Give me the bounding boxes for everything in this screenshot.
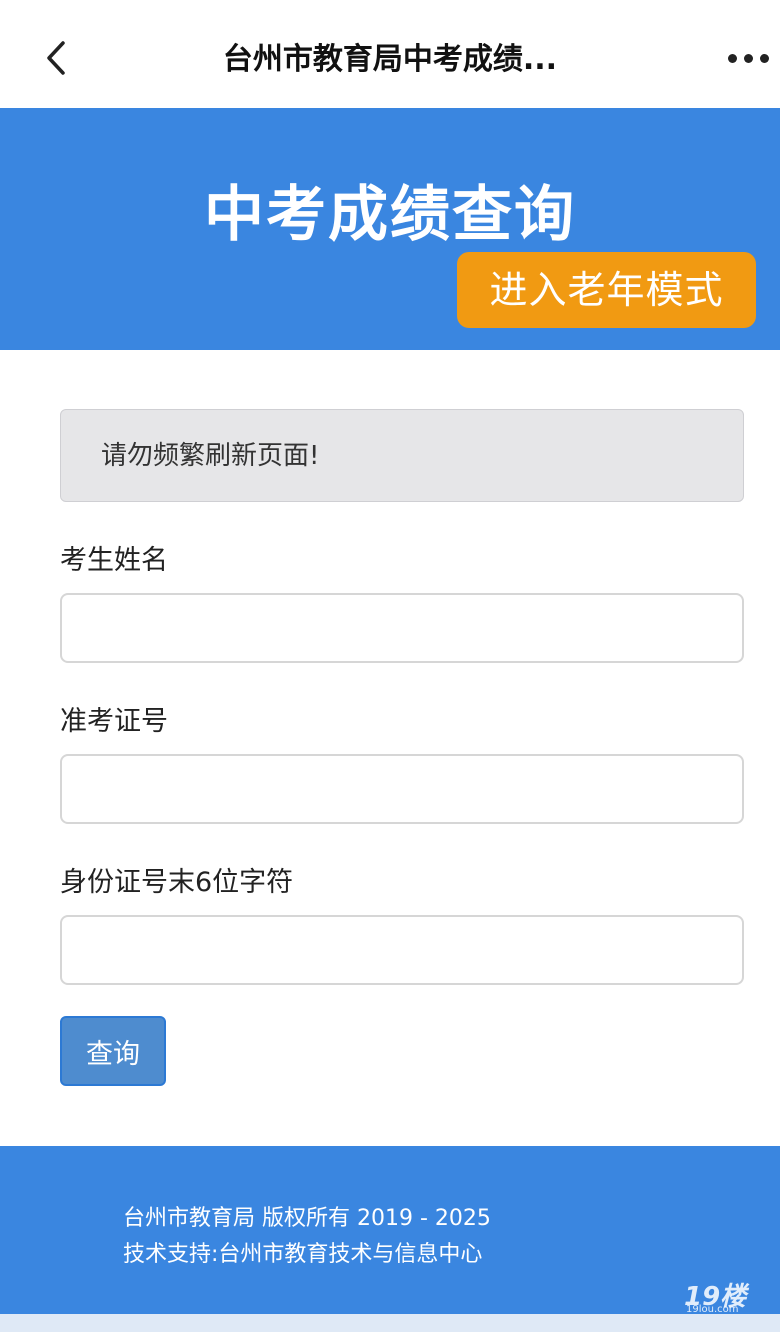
footer-support: 技术支持:台州市教育技术与信息中心 <box>123 1242 483 1267</box>
elder-mode-button[interactable]: 进入老年模式 <box>457 252 756 328</box>
ticket-number-label: 准考证号 <box>60 706 168 737</box>
banner-title: 中考成绩查询 <box>204 180 576 250</box>
footer: 台州市教育局 版权所有 2019 - 2025 技术支持:台州市教育技术与信息中… <box>0 1146 780 1314</box>
footer-copyright: 台州市教育局 版权所有 2019 - 2025 <box>123 1206 491 1231</box>
chevron-left-icon <box>47 41 65 75</box>
notice-alert: 请勿频繁刷新页面! <box>60 409 744 502</box>
name-input[interactable] <box>60 593 744 663</box>
header-banner: 中考成绩查询 进入老年模式 <box>0 108 780 350</box>
more-dot <box>759 53 769 63</box>
query-button[interactable]: 查询 <box>60 1016 166 1086</box>
more-horizontal-icon <box>727 53 737 63</box>
more-dot <box>743 53 753 63</box>
id-suffix-label: 身份证号末6位字符 <box>60 867 294 898</box>
bottom-strip <box>0 1314 780 1332</box>
navigation-bar: 台州市教育局中考成绩... <box>0 0 780 108</box>
back-button[interactable] <box>36 34 76 82</box>
page-title: 台州市教育局中考成绩... <box>222 42 558 77</box>
id-suffix-input[interactable] <box>60 915 744 985</box>
name-label: 考生姓名 <box>60 545 168 576</box>
watermark-logo: 19楼 19lou.com <box>684 1276 764 1316</box>
watermark-domain: 19lou.com <box>686 1304 739 1315</box>
ticket-number-input[interactable] <box>60 754 744 824</box>
more-options-button[interactable] <box>722 38 774 78</box>
